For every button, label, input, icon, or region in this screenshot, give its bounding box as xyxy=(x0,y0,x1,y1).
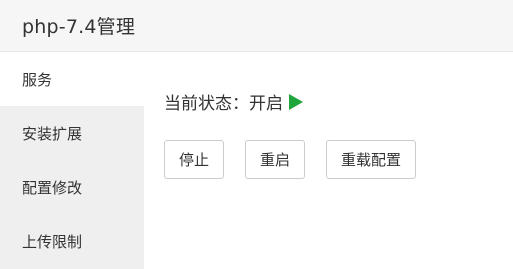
sidebar-item-config-edit[interactable]: 配置修改 xyxy=(0,160,144,214)
sidebar-item-install-extension[interactable]: 安装扩展 xyxy=(0,106,144,160)
service-panel: 当前状态： 开启 停止 重启 重载配置 xyxy=(164,52,513,269)
sidebar: 服务 安装扩展 配置修改 上传限制 xyxy=(0,52,144,269)
window-title: php-7.4管理 xyxy=(22,16,136,38)
play-icon xyxy=(289,93,303,110)
service-actions: 停止 重启 重载配置 xyxy=(164,140,437,179)
sidebar-item-service[interactable]: 服务 xyxy=(0,52,144,106)
status-value: 开启 xyxy=(249,94,283,114)
sidebar-item-upload-limit[interactable]: 上传限制 xyxy=(0,214,144,268)
reload-config-button[interactable]: 重载配置 xyxy=(326,140,417,179)
stop-button[interactable]: 停止 xyxy=(164,140,225,179)
status-label: 当前状态： xyxy=(164,94,249,114)
window-header: php-7.4管理 xyxy=(0,0,513,52)
status-row: 当前状态： 开启 xyxy=(164,89,303,114)
php-manager-window: php-7.4管理 服务 安装扩展 配置修改 上传限制 当前状态： 开启 停止 … xyxy=(0,0,513,269)
restart-button[interactable]: 重启 xyxy=(245,140,306,179)
